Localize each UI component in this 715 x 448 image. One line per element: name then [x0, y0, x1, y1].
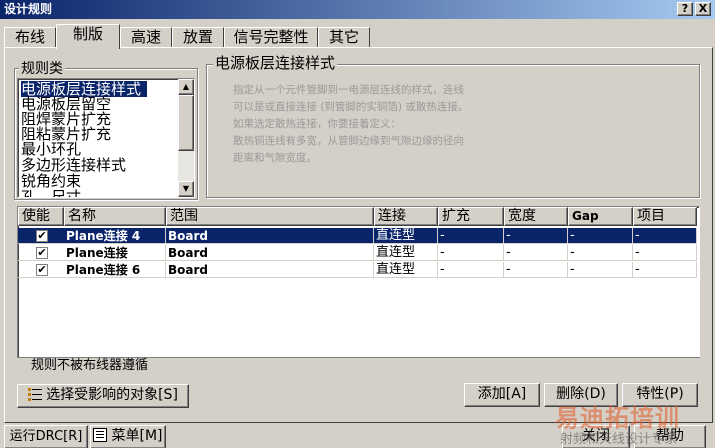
rule-width: - — [504, 262, 568, 278]
rule-expand: - — [438, 228, 504, 244]
rule-expand: - — [438, 245, 504, 261]
column-header-width[interactable]: 宽度 — [504, 207, 568, 226]
column-header-gap[interactable]: Gap — [568, 207, 633, 226]
scroll-thumb[interactable] — [178, 95, 194, 151]
rule-connect: 直连型 — [374, 228, 438, 244]
rule-scope: Board — [166, 262, 374, 278]
tab-board[interactable]: 制版 — [56, 24, 120, 49]
rule-width: - — [504, 245, 568, 261]
rule-gap: - — [568, 245, 633, 261]
description-line: 散热铜连线有多宽，从管脚边缘到气隙边缘的径向 — [233, 135, 464, 147]
column-header-expand[interactable]: 扩充 — [438, 207, 504, 226]
list-item[interactable]: 最小环孔 — [21, 141, 81, 157]
list-icon — [28, 387, 43, 401]
column-header-enable[interactable]: 使能 — [18, 207, 64, 226]
column-header-item[interactable]: 项目 — [633, 207, 697, 226]
rule-class-list[interactable]: 电源板层连接样式 电源板层留空 阻焊蒙片扩充 阻粘蒙片扩充 最小环孔 多边形连接… — [17, 78, 195, 198]
description-text: 指定从一个元件管脚到一电源层连线的样式，连线 可以是或直接连接 (到管脚的实铜箔… — [233, 82, 513, 167]
rule-class-label: 规则类 — [19, 61, 65, 77]
menu-icon — [93, 428, 108, 442]
column-header-name[interactable]: 名称 — [64, 207, 166, 226]
rule-gap: - — [568, 228, 633, 244]
menu-button[interactable]: 菜单[M] — [90, 425, 166, 448]
tab-other[interactable]: 其它 — [318, 27, 370, 48]
title-bar: 设计规则 ? X — [0, 0, 715, 19]
list-item[interactable]: 孔…尺寸 — [21, 189, 81, 197]
rule-connect: 直连型 — [374, 262, 438, 278]
window-title: 设计规则 — [4, 2, 53, 16]
tab-strip: 布线 制版 高速 放置 信号完整性 其它 — [4, 24, 714, 49]
rule-scope: Board — [166, 245, 374, 261]
enable-checkbox[interactable]: ✔ — [36, 264, 48, 276]
rule-expand: - — [438, 262, 504, 278]
tab-highspeed[interactable]: 高速 — [120, 27, 172, 48]
description-line: 指定从一个元件管脚到一电源层连线的样式，连线 — [233, 84, 464, 96]
tab-placement[interactable]: 放置 — [172, 27, 224, 48]
tab-routing[interactable]: 布线 — [4, 27, 56, 48]
enable-checkbox[interactable]: ✔ — [36, 230, 48, 242]
rule-gap: - — [568, 262, 633, 278]
scroll-down-icon[interactable]: ▼ — [178, 181, 194, 197]
rule-connect: 直连型 — [374, 245, 438, 261]
add-button[interactable]: 添加[A] — [464, 383, 540, 407]
select-affected-label: 选择受影响的对象[S] — [46, 387, 178, 403]
list-scrollbar[interactable]: ▲ ▼ — [178, 79, 194, 197]
select-affected-button[interactable]: 选择受影响的对象[S] — [17, 384, 189, 408]
rules-table[interactable]: 使能 名称 范围 连接 扩充 宽度 Gap 项目 ✔ Plane连接 4 Boa… — [17, 206, 700, 374]
rule-name: Plane连接 — [64, 245, 166, 261]
description-line: 可以是或直接连接 (到管脚的实铜箔) 或散热连接。 — [233, 101, 469, 113]
description-label: 电源板层连接样式 — [213, 54, 338, 72]
scroll-up-icon[interactable]: ▲ — [178, 79, 194, 95]
rule-name: Plane连接 6 — [64, 262, 166, 278]
column-header-connect[interactable]: 连接 — [374, 207, 438, 226]
column-header-scope[interactable]: 范围 — [166, 207, 374, 226]
list-item[interactable]: 多边形连接样式 — [21, 157, 126, 173]
description-line: 如果选定散热连接，你要接着定义： — [233, 118, 401, 130]
table-footer-status: 规则不被布线器遵循 — [17, 357, 700, 374]
help-title-button[interactable]: ? — [677, 2, 693, 16]
rule-name: Plane连接 4 — [64, 228, 166, 244]
rule-item: - — [633, 245, 697, 261]
list-item[interactable]: 锐角约束 — [21, 173, 81, 189]
run-drc-button[interactable]: 运行DRC[R] — [4, 425, 88, 448]
rule-width: - — [504, 228, 568, 244]
rule-item: - — [633, 262, 697, 278]
tab-signal-integrity[interactable]: 信号完整性 — [224, 27, 318, 48]
table-row[interactable]: ✔ Plane连接 6 Board 直连型 - - - - — [18, 262, 697, 278]
table-row[interactable]: ✔ Plane连接 4 Board 直连型 - - - - — [18, 228, 697, 244]
watermark-subtext: 射频和天线设计专家 — [560, 432, 678, 447]
table-row[interactable]: ✔ Plane连接 Board 直连型 - - - - — [18, 245, 697, 261]
description-line: 距离和气隙宽度。 — [233, 152, 317, 164]
close-title-button[interactable]: X — [695, 2, 711, 16]
rule-scope: Board — [166, 228, 374, 244]
menu-label: 菜单[M] — [111, 428, 163, 444]
rule-item: - — [633, 228, 697, 244]
enable-checkbox[interactable]: ✔ — [36, 247, 48, 259]
